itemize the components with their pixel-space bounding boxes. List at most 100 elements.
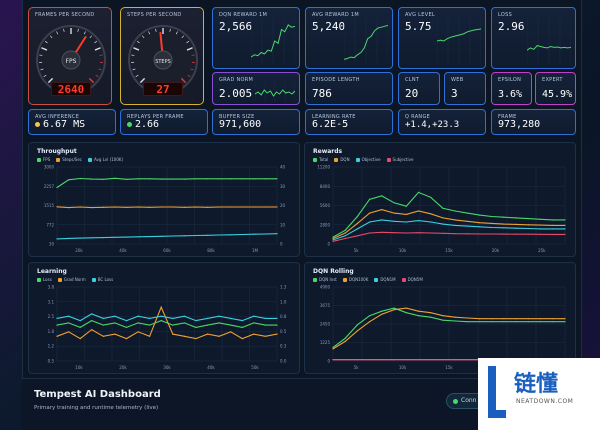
data-point — [332, 348, 334, 350]
data-point — [172, 324, 174, 326]
x-tick-label: 5k — [354, 365, 360, 370]
steps-readout: 27 — [143, 82, 183, 96]
data-point — [149, 335, 151, 337]
data-point — [430, 232, 432, 234]
data-point — [478, 233, 481, 235]
tile-label: WEB — [451, 77, 464, 83]
watermark-subtext: NEATDOWN.COM — [516, 398, 574, 405]
data-point — [356, 235, 358, 237]
data-point — [79, 338, 81, 340]
tile-web: WEB 3 — [444, 72, 486, 105]
data-point — [430, 312, 432, 314]
data-point — [149, 178, 151, 180]
data-point — [478, 214, 481, 216]
y-tick-label: 3000 — [44, 165, 55, 170]
data-point — [276, 178, 278, 180]
data-point — [218, 335, 220, 337]
watermark-logo-icon — [488, 366, 506, 418]
data-point — [276, 233, 278, 235]
data-point — [540, 321, 542, 323]
tile-value: 6.67 MS — [43, 119, 86, 130]
y-tick-label: 0 — [327, 242, 330, 247]
data-point — [91, 313, 93, 315]
data-point — [515, 233, 517, 235]
data-point — [276, 206, 278, 208]
data-point — [417, 220, 420, 222]
data-point — [430, 221, 432, 223]
data-point — [149, 206, 151, 208]
y-tick-label: 2.5 — [48, 314, 55, 319]
tile-clnt: CLNT 20 — [398, 72, 440, 105]
steps-dial-label: STEPS — [155, 59, 171, 65]
tile-value: 3 — [451, 87, 458, 100]
data-point — [102, 237, 104, 239]
data-point — [430, 213, 432, 215]
data-point — [491, 318, 493, 320]
data-point — [344, 340, 346, 342]
data-point — [253, 315, 255, 317]
watermark: 链懂 NEATDOWN.COM — [478, 358, 600, 430]
x-tick-label: 60k — [163, 248, 171, 253]
data-point — [195, 326, 197, 328]
data-point — [491, 222, 493, 224]
y2-tick-label: 0.5 — [280, 329, 287, 334]
tile-value: 45.9% — [542, 89, 573, 100]
data-point — [125, 236, 128, 238]
sparkline — [437, 18, 481, 64]
data-point — [442, 315, 444, 317]
data-point — [369, 321, 371, 323]
data-point — [68, 315, 70, 317]
rewards-chart: Rewards Total DQN Objective Subjective 1120… — [304, 142, 576, 257]
tile-label: CLNT — [405, 77, 420, 83]
data-point — [137, 331, 139, 333]
data-point — [91, 178, 93, 180]
data-point — [125, 320, 128, 322]
data-point — [160, 178, 162, 180]
tile-value: 2.66 — [135, 119, 160, 130]
sparkline — [344, 18, 388, 64]
x-tick-label: 5k — [354, 248, 360, 253]
data-point — [332, 237, 334, 240]
data-point — [344, 359, 346, 361]
tile-label: AVG LEVEL — [405, 12, 435, 18]
y-tick-label: 1.8 — [48, 329, 55, 334]
sparkline — [251, 18, 295, 64]
data-point — [478, 318, 481, 320]
data-point — [137, 236, 139, 238]
data-point — [442, 207, 444, 209]
data-point — [369, 315, 371, 317]
data-point — [183, 335, 185, 337]
data-point — [405, 205, 407, 207]
x-tick-label: 20k — [75, 248, 83, 253]
y-tick-label: 2257 — [44, 184, 55, 189]
data-point — [183, 206, 185, 208]
data-point — [417, 359, 420, 361]
data-point — [442, 223, 444, 225]
data-point — [515, 321, 517, 323]
data-point — [230, 317, 232, 319]
data-point — [393, 212, 395, 214]
data-point — [172, 317, 174, 319]
x-tick-label: 20k — [492, 248, 500, 253]
tile-value: 971,600 — [219, 119, 262, 130]
data-point — [125, 326, 128, 328]
data-point — [564, 318, 566, 320]
data-point — [381, 231, 383, 233]
data-point — [503, 318, 505, 320]
data-point — [264, 335, 266, 337]
tile-label: EXPERT — [542, 77, 563, 83]
x-tick-label: 10k — [399, 248, 407, 253]
data-point — [369, 359, 371, 361]
data-point — [137, 178, 139, 180]
chart-plot: 3000 2257 1515 772 30 40 30 20 10 0 20k 40k 60k 80k 1M — [44, 165, 286, 254]
data-point — [91, 329, 93, 331]
data-point — [183, 322, 185, 324]
tile-avg-level: AVG LEVEL 5.75 — [398, 7, 486, 69]
data-point — [102, 317, 104, 319]
tile-value: 2.005 — [219, 87, 253, 100]
data-point — [79, 320, 81, 322]
y-tick-label: 0.5 — [48, 359, 55, 364]
data-point — [442, 232, 444, 234]
y-tick-label: 5600 — [320, 203, 331, 208]
tile-label: GRAD NORM — [219, 77, 254, 83]
